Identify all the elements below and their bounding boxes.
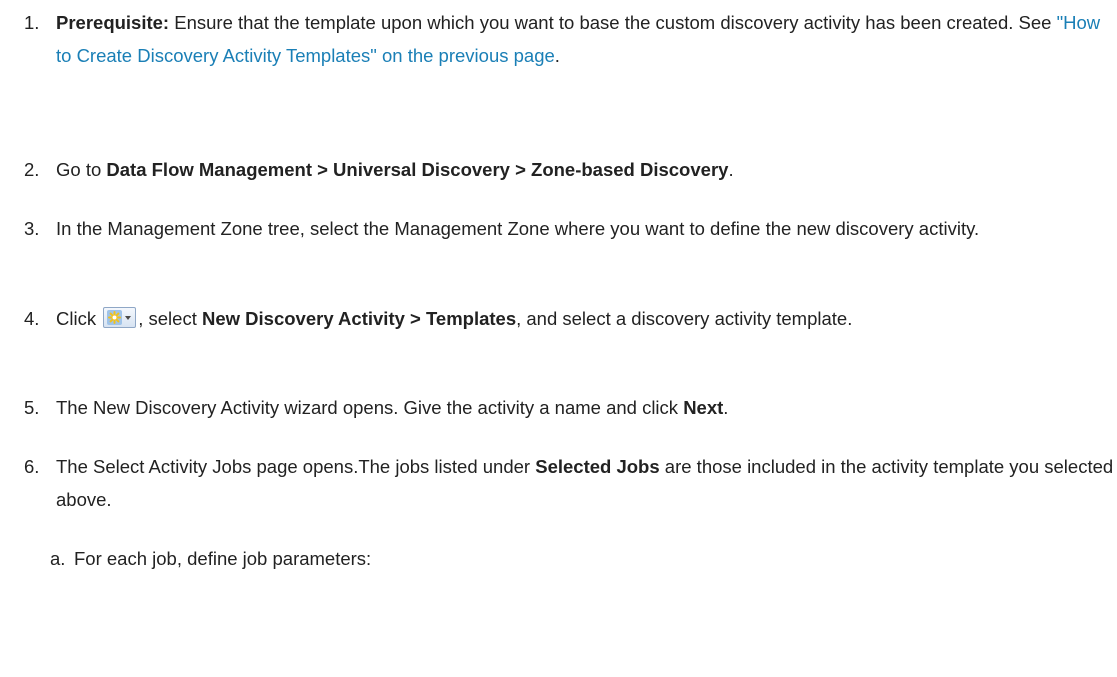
substep-a: a. For each job, define job parameters: <box>50 542 371 575</box>
step-2: 2. Go to Data Flow Management > Universa… <box>24 153 1114 186</box>
step-1: 1. Prerequisite: Ensure that the templat… <box>24 6 1114 72</box>
step-text: In the Management Zone tree, select the … <box>56 218 980 239</box>
step-number: 4. <box>24 308 40 329</box>
step-number: 2. <box>24 159 40 180</box>
step-text: The Select Activity Jobs page opens.The … <box>56 456 1114 510</box>
navigation-path: Data Flow Management > Universal Discove… <box>106 159 729 180</box>
next-label: Next <box>683 397 724 418</box>
step-text: The New Discovery Activity wizard opens.… <box>56 397 729 418</box>
step-text: Click , select New Discovery Activity > … <box>56 307 853 329</box>
menu-path: New Discovery Activity > Templates <box>201 308 517 329</box>
step-number: 5. <box>24 397 40 418</box>
substep-text: For each job, define job parameters: <box>74 548 372 569</box>
step-text: Prerequisite: Ensure that the template u… <box>56 12 1101 66</box>
new-activity-dropdown-icon <box>103 307 137 328</box>
prerequisite-label: Prerequisite: <box>56 12 170 33</box>
selected-jobs-label: Selected Jobs <box>535 456 660 477</box>
step-4: 4. Click , select New Discovery Activity… <box>24 302 1114 335</box>
step-number: 3. <box>24 218 40 239</box>
step-3: 3. In the Management Zone tree, select t… <box>24 212 1114 245</box>
document-page: 1. Prerequisite: Ensure that the templat… <box>0 0 1117 677</box>
step-text: Go to Data Flow Management > Universal D… <box>56 159 734 180</box>
step-5: 5. The New Discovery Activity wizard ope… <box>24 391 1114 424</box>
substep-letter: a. <box>50 548 66 569</box>
step-number: 1. <box>24 12 40 33</box>
step-number: 6. <box>24 456 40 477</box>
step-6: 6. The Select Activity Jobs page opens.T… <box>24 450 1114 516</box>
